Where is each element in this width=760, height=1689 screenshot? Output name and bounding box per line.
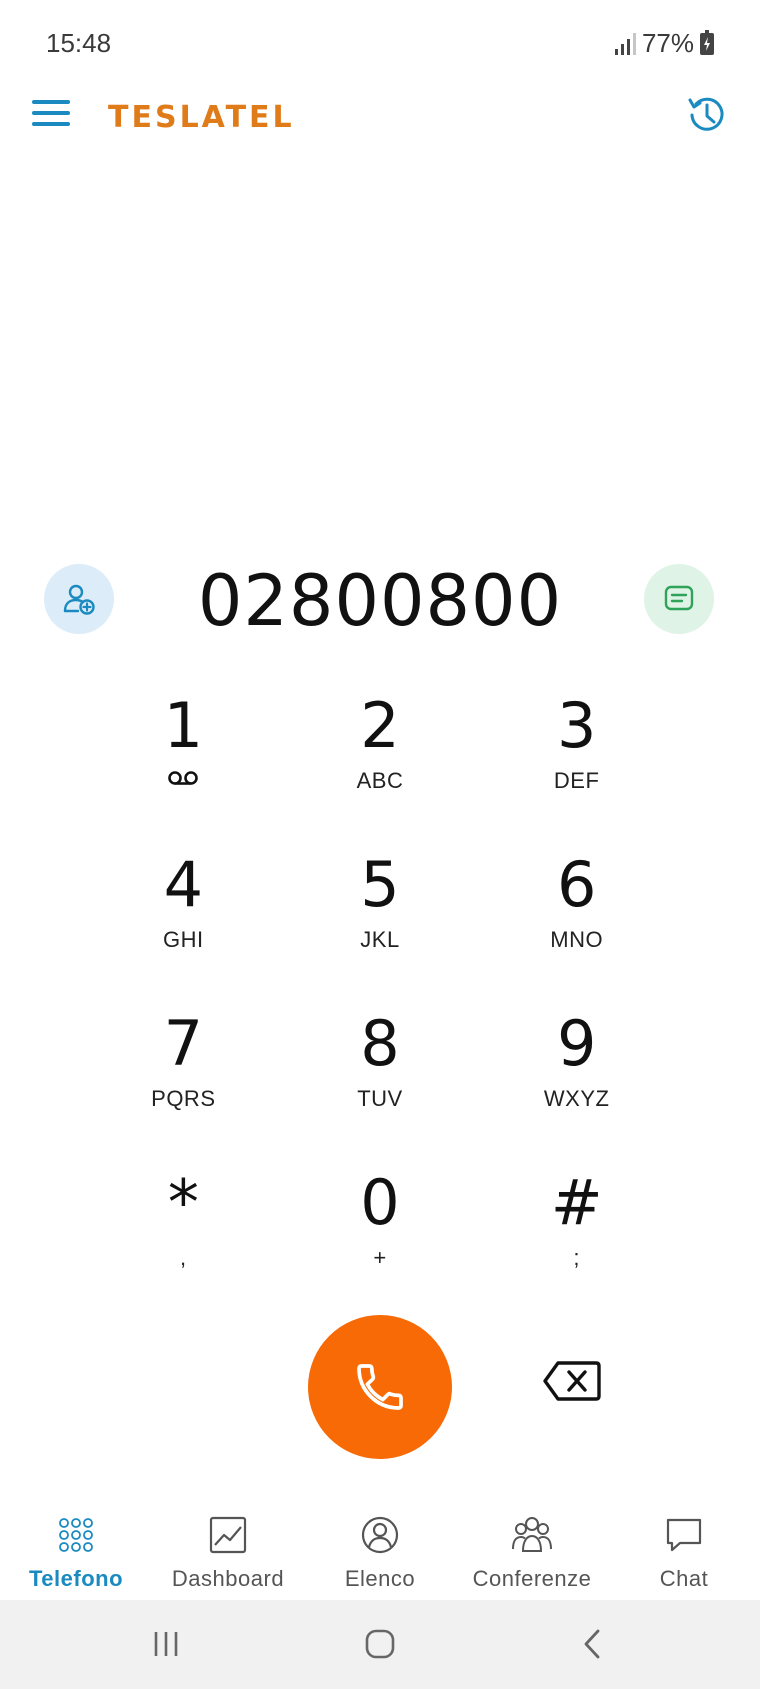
- add-contact-button[interactable]: [44, 564, 114, 634]
- key-digit: #: [550, 1166, 603, 1239]
- recent-apps-icon: [154, 1632, 178, 1656]
- key-0[interactable]: 0 +: [282, 1167, 479, 1326]
- phone-icon: [357, 1364, 403, 1410]
- number-display-row: 02800800: [0, 560, 760, 642]
- key-letters: +: [373, 1245, 387, 1270]
- app-header: TESLATEL: [0, 88, 760, 144]
- nav-dashboard[interactable]: Dashboard: [152, 1498, 304, 1600]
- add-contact-icon: [63, 584, 95, 615]
- key-letters: ;: [573, 1245, 580, 1270]
- nav-elenco[interactable]: Elenco: [304, 1498, 456, 1600]
- key-8[interactable]: 8 TUV: [282, 1008, 479, 1167]
- key-2[interactable]: 2 ABC: [282, 690, 479, 849]
- voicemail-icon: [168, 771, 199, 785]
- back-button[interactable]: [562, 1622, 622, 1666]
- status-bar: 15:48 77%: [0, 0, 760, 88]
- system-navigation-bar: [0, 1600, 760, 1689]
- key-digit: *: [167, 1166, 199, 1239]
- key-3[interactable]: 3 DEF: [478, 690, 675, 849]
- nav-chat[interactable]: Chat: [608, 1498, 760, 1600]
- key-digit: 7: [163, 1007, 204, 1080]
- status-time: 15:48: [46, 28, 112, 58]
- send-message-button[interactable]: [644, 564, 714, 634]
- call-button[interactable]: [308, 1315, 452, 1459]
- bottom-navigation: Telefono Dashboard Elenco Conferenze Cha…: [0, 1498, 760, 1600]
- key-1[interactable]: 1: [85, 690, 282, 849]
- key-digit: 5: [360, 848, 400, 921]
- nav-label: Telefono: [28, 1566, 124, 1591]
- backspace-icon: [543, 1361, 601, 1401]
- key-digit: 6: [556, 848, 597, 921]
- chart-icon: [207, 1514, 249, 1556]
- key-7[interactable]: 7 PQRS: [85, 1008, 282, 1167]
- key-digit: 2: [360, 689, 400, 762]
- chat-icon: [663, 1514, 705, 1556]
- key-letters: DEF: [553, 768, 600, 793]
- key-letters: PQRS: [151, 1086, 216, 1111]
- key-digit: 8: [360, 1007, 400, 1080]
- key-digit: 9: [556, 1007, 597, 1080]
- key-letters: ,: [180, 1245, 187, 1270]
- dialed-number: 02800800: [197, 560, 563, 642]
- key-letters: JKL: [360, 927, 400, 952]
- nav-label: Chat: [659, 1566, 709, 1591]
- contact-icon: [359, 1514, 401, 1556]
- home-icon: [365, 1629, 395, 1659]
- message-icon: [664, 585, 694, 611]
- history-icon: [688, 97, 724, 131]
- key-digit: 4: [163, 848, 204, 921]
- menu-icon: [32, 100, 70, 104]
- key-4[interactable]: 4 GHI: [85, 849, 282, 1008]
- nav-label: Conferenze: [472, 1566, 592, 1591]
- nav-label: Elenco: [344, 1566, 416, 1591]
- recent-apps-button[interactable]: [136, 1622, 196, 1666]
- key-9[interactable]: 9 WXYZ: [478, 1008, 675, 1167]
- status-indicators: 77%: [614, 28, 714, 59]
- signal-icon: [614, 32, 636, 55]
- nav-telefono[interactable]: Telefono: [0, 1498, 152, 1600]
- key-hash[interactable]: # ;: [478, 1167, 675, 1326]
- key-6[interactable]: 6 MNO: [478, 849, 675, 1008]
- key-star[interactable]: * ,: [85, 1167, 282, 1326]
- key-digit: 1: [163, 689, 204, 762]
- dialpad: 1 2 ABC 3 DEF 4 GHI 5 JKL 6 MNO 7 PQRS 8…: [85, 690, 675, 1326]
- call-history-button[interactable]: [682, 90, 732, 140]
- battery-percentage: 77%: [641, 28, 694, 58]
- nav-label: Dashboard: [171, 1566, 285, 1591]
- dialpad-icon: [55, 1514, 97, 1556]
- menu-button[interactable]: [32, 100, 70, 130]
- app-logo: TESLATEL: [108, 100, 295, 135]
- group-icon: [511, 1514, 553, 1556]
- key-letters: WXYZ: [543, 1086, 610, 1111]
- backspace-button[interactable]: [540, 1355, 604, 1407]
- key-digit: 0: [360, 1166, 400, 1239]
- nav-conferenze[interactable]: Conferenze: [456, 1498, 608, 1600]
- home-button[interactable]: [350, 1622, 410, 1666]
- key-digit: 3: [556, 689, 597, 762]
- key-letters: TUV: [357, 1086, 403, 1111]
- key-letters: GHI: [163, 927, 204, 952]
- key-5[interactable]: 5 JKL: [282, 849, 479, 1008]
- key-letters: ABC: [356, 768, 404, 793]
- back-icon: [584, 1629, 600, 1659]
- battery-charging-icon: [700, 29, 714, 55]
- key-letters: MNO: [550, 927, 604, 952]
